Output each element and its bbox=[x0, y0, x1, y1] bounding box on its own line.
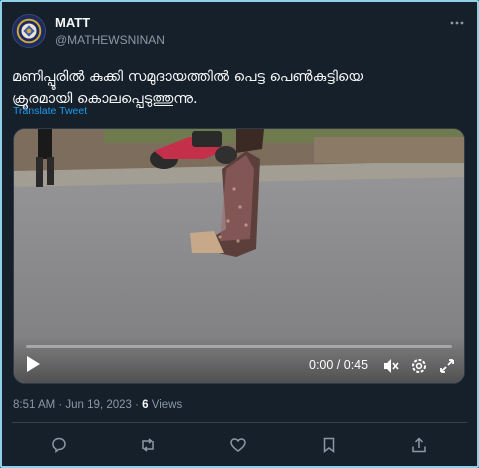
tweet-card: MATT @MATHEWSNINAN മണിപ്പൂരിൽ കുക്കി സമു… bbox=[0, 0, 479, 468]
translate-tweet-link[interactable]: Translate Tweet bbox=[13, 105, 87, 117]
bookmark-icon[interactable] bbox=[318, 434, 340, 456]
settings-icon[interactable] bbox=[410, 357, 428, 375]
fullscreen-icon[interactable] bbox=[438, 357, 456, 375]
avatar[interactable] bbox=[12, 14, 46, 48]
retweet-icon[interactable] bbox=[137, 434, 159, 456]
tweet-timestamp[interactable]: 8:51 AM · Jun 19, 2023 · bbox=[13, 399, 142, 411]
divider bbox=[12, 422, 467, 423]
tweet-text: മണിപ്പൂരിൽ കുക്കി സമുദായത്തിൽ പെട്ട പെൺക… bbox=[12, 66, 467, 110]
tweet-meta: 8:51 AM · Jun 19, 2023 · 6 Views bbox=[13, 399, 182, 411]
video-player[interactable]: 0:00 / 0:45 bbox=[13, 128, 465, 384]
share-icon[interactable] bbox=[408, 434, 430, 456]
reply-icon[interactable] bbox=[48, 434, 70, 456]
like-icon[interactable] bbox=[227, 434, 249, 456]
video-time: 0:00 / 0:45 bbox=[309, 358, 369, 372]
tweet-actions bbox=[0, 434, 479, 456]
video-progress-bar[interactable] bbox=[26, 345, 452, 348]
tweet-text-line: മണിപ്പൂരിൽ കുക്കി സമുദായത്തിൽ പെട്ട പെൺക… bbox=[12, 69, 364, 85]
views-label: Views bbox=[148, 399, 183, 411]
video-controls: 0:00 / 0:45 bbox=[14, 337, 464, 383]
more-options-icon[interactable] bbox=[448, 14, 466, 32]
mute-icon[interactable] bbox=[382, 357, 400, 375]
author-name[interactable]: MATT bbox=[55, 15, 90, 30]
play-icon[interactable] bbox=[25, 355, 41, 373]
author-handle[interactable]: @MATHEWSNINAN bbox=[55, 33, 165, 47]
